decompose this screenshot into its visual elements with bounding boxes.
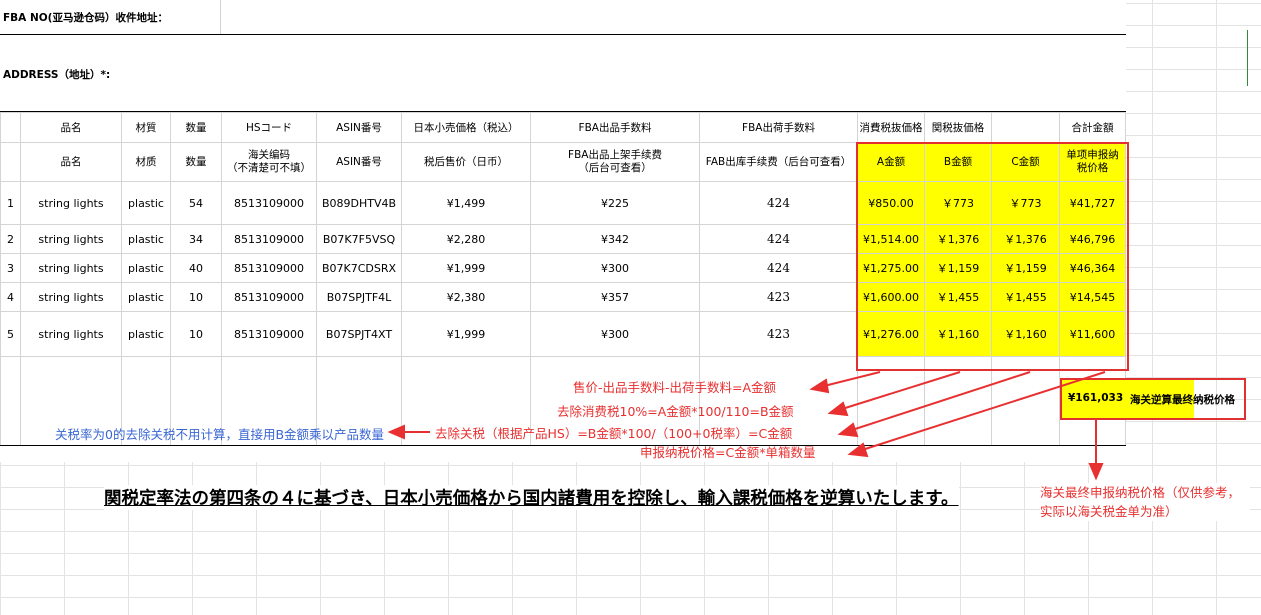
arrowhead-b: [827, 401, 849, 417]
note-a-amount: 售价-出品手数料-出荷手数料=A金额: [573, 380, 777, 395]
arrowhead-total: [1088, 463, 1104, 481]
arrow-c: [851, 371, 1031, 431]
note-b-amount: 去除消费税10%=A金额*100/110=B金额: [557, 404, 794, 419]
final-price-note: 海关最终申报纳税价格（仅供参考，实际以海关税金单为准）: [1040, 483, 1250, 521]
arrow-d: [861, 371, 1106, 451]
arrow-a: [823, 371, 881, 387]
note-d-amount: 申报纳税价格=C金额*单箱数量: [640, 445, 816, 460]
note-c-amount: 去除关税（根据产品HS）=B金额*100/（100+0税率）=C金额: [435, 426, 793, 441]
legal-banner: 関税定率法の第四条の４に基づき、日本小売価格から国内諸費用を控除し、輸入課税価格…: [104, 485, 959, 510]
note-zero-tariff: 关税率为0的去除关税不用计算，直接用B金额乘以产品数量: [55, 427, 385, 442]
annotation-arrows: [387, 371, 1106, 481]
arrowhead-a: [809, 378, 830, 394]
arrowhead-blue: [387, 424, 405, 440]
arrowhead-d: [847, 442, 869, 458]
arrowhead-c: [837, 422, 859, 438]
